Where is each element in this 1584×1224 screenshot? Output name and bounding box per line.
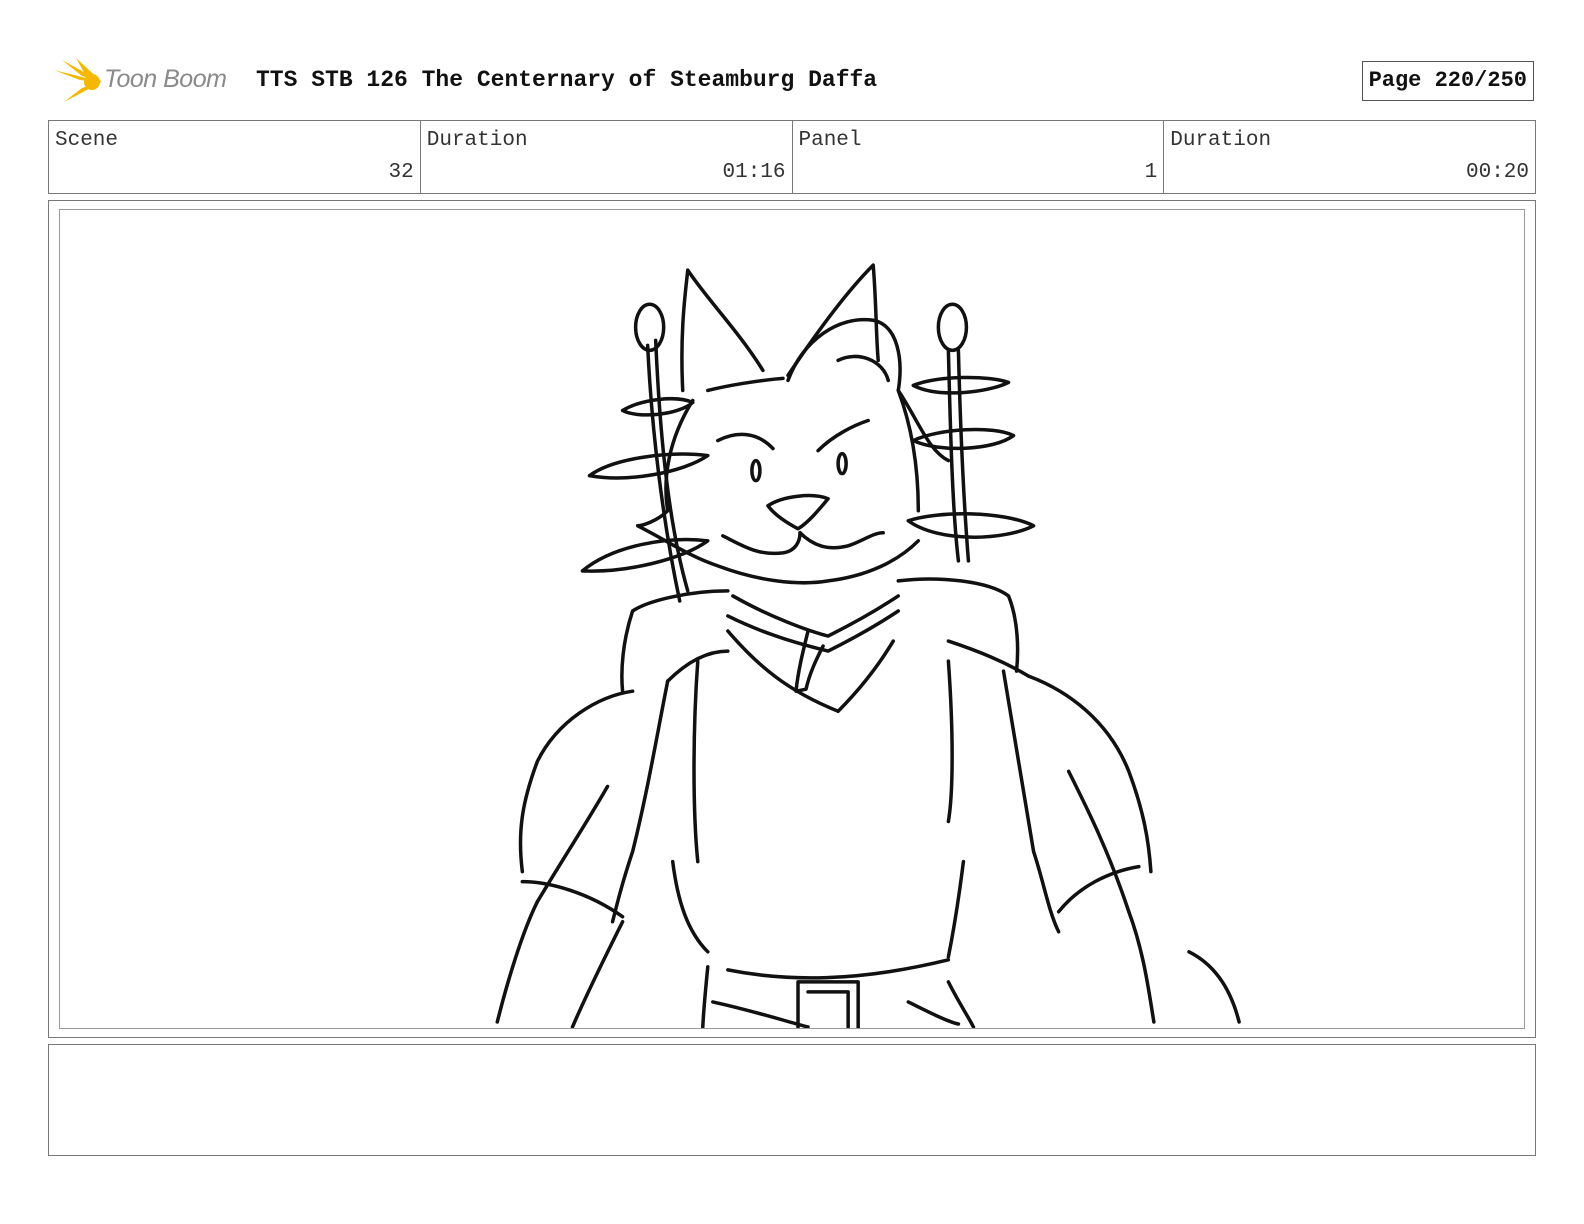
scene-duration-value: 01:16 xyxy=(722,161,786,184)
panel-notes-area xyxy=(48,1044,1536,1156)
page-indicator: Page 220/250 xyxy=(1361,61,1534,101)
scene-duration-label: Duration xyxy=(426,129,528,152)
panel-duration-value: 00:20 xyxy=(1465,161,1529,184)
logo-text: Toon Boom xyxy=(104,65,227,93)
panel-label: Panel xyxy=(798,129,862,152)
panel-duration-label: Duration xyxy=(1170,129,1272,152)
storyboard-panel-image xyxy=(59,209,1525,1029)
character-sketch-icon xyxy=(495,263,1241,1028)
storyboard-panel-frame xyxy=(48,200,1536,1038)
panel-value: 1 xyxy=(1144,161,1158,184)
scene-label: Scene xyxy=(55,129,119,152)
scene-cell: Scene 32 xyxy=(49,121,421,193)
scene-duration-cell: Duration 01:16 xyxy=(421,121,793,193)
scene-info-table: Scene 32 Duration 01:16 Panel 1 Duration… xyxy=(48,120,1536,194)
toon-boom-logo: Toon Boom xyxy=(52,56,242,104)
burst-icon xyxy=(54,58,102,102)
document-title: TTS STB 126 The Centernary of Steamburg … xyxy=(256,67,878,93)
panel-cell: Panel 1 xyxy=(793,121,1165,193)
panel-duration-cell: Duration 00:20 xyxy=(1164,121,1535,193)
page-header: Toon Boom TTS STB 126 The Centernary of … xyxy=(52,56,1534,104)
scene-value: 32 xyxy=(388,161,414,184)
